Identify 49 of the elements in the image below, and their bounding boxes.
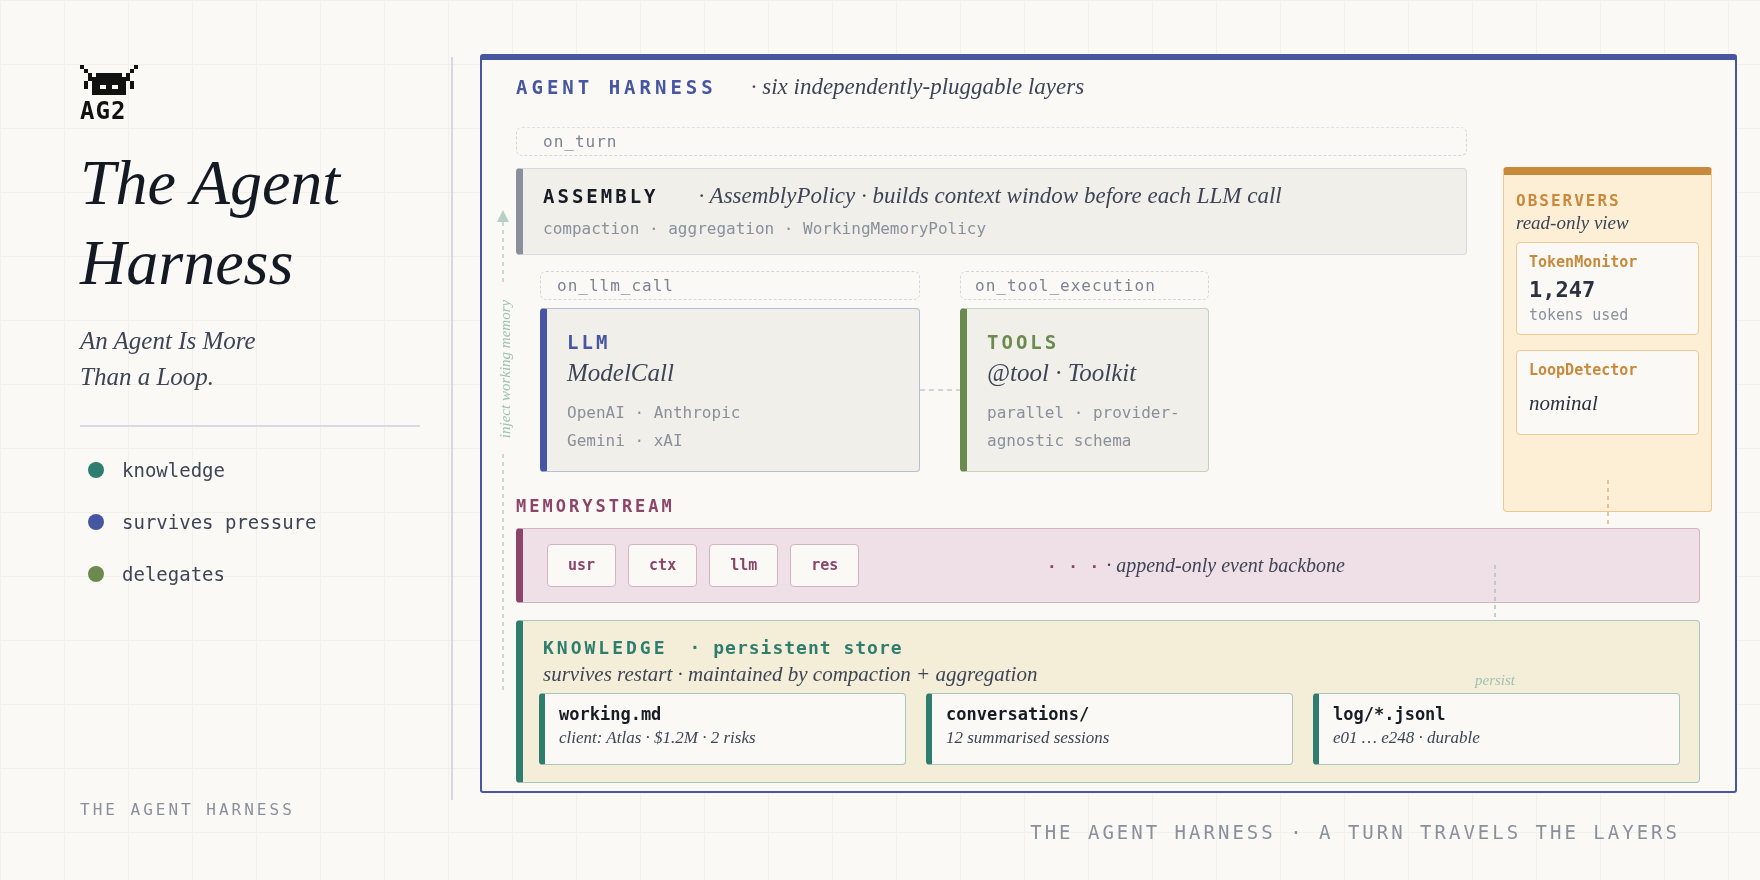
file-name: log/*.jsonl	[1333, 704, 1447, 724]
file-name: working.md	[559, 704, 663, 724]
layer-details: compaction · aggregation · WorkingMemoryPolicy	[543, 218, 988, 240]
event-chip: ctx	[628, 544, 698, 587]
footer-caption: THE AGENT HARNESS	[80, 800, 296, 820]
layer-subtitle: survives restart · maintained by compaction + aggregation	[543, 662, 1038, 687]
legend-label: knowledge	[122, 458, 225, 483]
event-chip: res	[790, 544, 860, 587]
harness-title: AGENT HARNESS	[516, 76, 717, 98]
file-name: conversations/	[946, 704, 1091, 724]
logo-text: AG2	[80, 99, 127, 123]
monitor-name: LoopDetector	[1529, 361, 1639, 379]
event-chip: usr	[547, 544, 617, 587]
layer-subtitle: @tool · Toolkit	[987, 359, 1138, 387]
layer-subtitle: ModelCall	[567, 359, 675, 387]
footer-caption: THE AGENT HARNESS · A TURN TRAVELS THE LAYERS	[1030, 821, 1680, 843]
layer-details: parallel · provider-agnostic schema	[987, 402, 1181, 452]
hook-label: on_llm_call	[540, 271, 920, 300]
connector-line	[920, 388, 960, 392]
robot-icon	[80, 65, 138, 95]
layer-description: · AssemblyPolicy · builds context window before each LLM call	[698, 183, 1282, 209]
event-chip: llm	[709, 544, 779, 587]
layer-tagline: · persistent store	[689, 637, 903, 658]
page-subtitle: An Agent Is More Than a Loop.	[80, 326, 257, 392]
file-description: 12 summarised sessions	[946, 728, 1111, 748]
page-title: The Agent Harness	[80, 146, 342, 300]
layer-title: ASSEMBLY	[543, 185, 659, 207]
monitor-name: TokenMonitor	[1529, 253, 1639, 271]
layer-title: TOOLS	[987, 331, 1061, 353]
arrow-label: persist	[1475, 672, 1515, 689]
observers-title: OBSERVERS	[1516, 191, 1622, 210]
file-description: e01 … e248 · durable	[1333, 728, 1481, 748]
observers-subtitle: read-only view	[1516, 212, 1630, 234]
monitor-status: nominal	[1529, 391, 1599, 416]
hook-label: on_tool_execution	[960, 271, 1209, 300]
legend-label: survives pressure	[122, 510, 317, 535]
monitor-caption: tokens used	[1529, 306, 1630, 324]
layer-title: KNOWLEDGE	[543, 637, 668, 658]
hook-label: on_turn	[516, 127, 1467, 156]
monitor-value: 1,247	[1529, 277, 1597, 302]
file-description: client: Atlas · $1.2M · 2 risks	[559, 728, 757, 748]
layer-details: Gemini · xAI	[567, 430, 684, 452]
memory-description: · append-only event backbone	[1106, 554, 1345, 577]
memory-title: MEMORYSTREAM	[516, 496, 675, 516]
legend-label: delegates	[122, 562, 225, 587]
harness-tagline: · six independently-pluggable layers	[750, 74, 1085, 100]
ellipsis-text: · · ·	[1047, 557, 1101, 576]
layer-details: OpenAI · Anthropic	[567, 402, 742, 424]
layer-title: LLM	[567, 331, 612, 353]
